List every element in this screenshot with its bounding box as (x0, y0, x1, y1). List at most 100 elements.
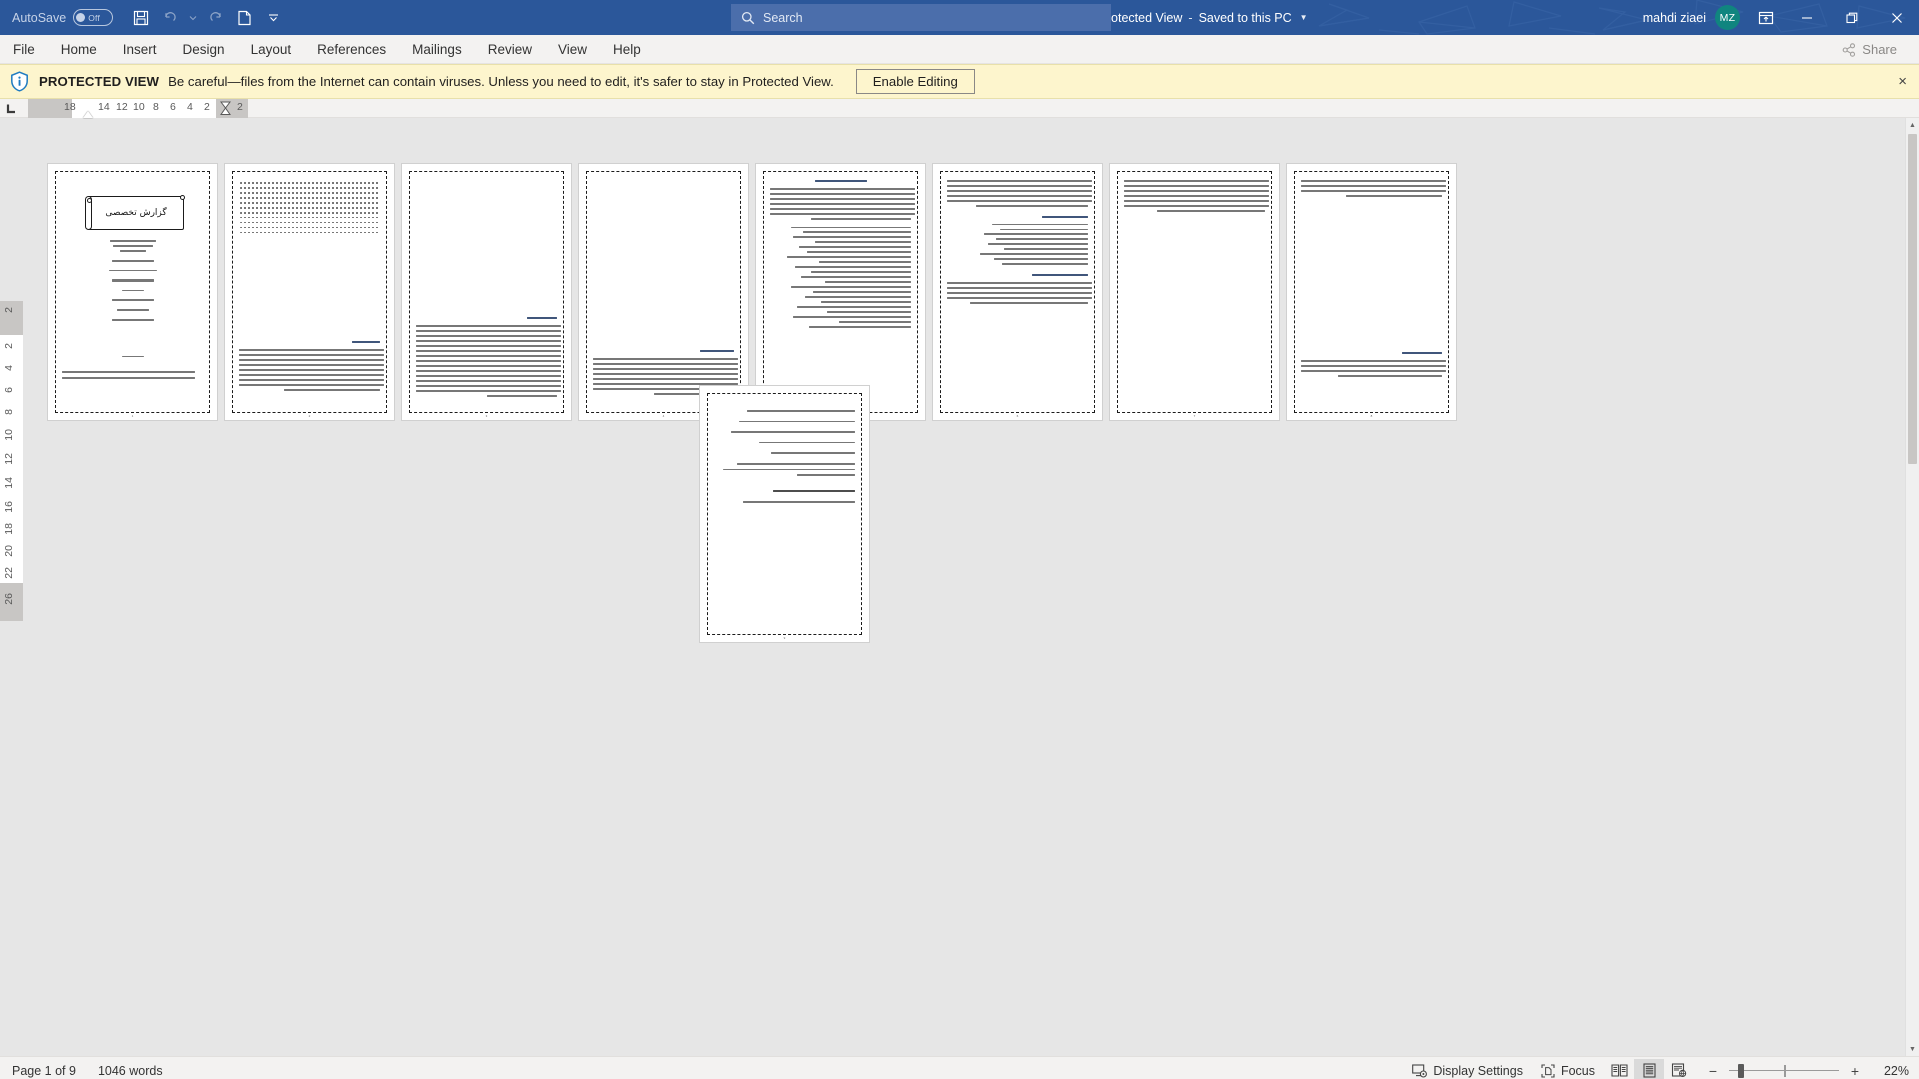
page-5[interactable]: 5 (756, 164, 925, 420)
save-location-chevron-down-icon[interactable]: ▼ (1300, 13, 1308, 22)
display-settings-button[interactable]: Display Settings (1403, 1059, 1532, 1079)
autosave-control[interactable]: AutoSave Off (12, 9, 114, 26)
account-button[interactable]: mahdi ziaei MZ (1643, 5, 1740, 30)
enable-editing-button[interactable]: Enable Editing (855, 69, 975, 94)
web-layout-button[interactable] (1664, 1059, 1694, 1079)
vruler-tick-18: 18 (3, 523, 15, 535)
ruler-tick-4: 4 (187, 101, 193, 113)
tab-view[interactable]: View (545, 35, 600, 64)
tab-design[interactable]: Design (170, 35, 238, 64)
vertical-ruler[interactable]: 2 2 4 6 8 10 12 14 16 18 20 22 26 (0, 301, 23, 621)
page-7[interactable]: 7 (1110, 164, 1279, 420)
page-3-margin (409, 171, 564, 413)
zoom-slider-handle[interactable] (1738, 1063, 1744, 1078)
page-thumbnails-row-2: 9 (700, 386, 869, 642)
banner-close-icon[interactable]: × (1898, 74, 1907, 89)
share-button[interactable]: Share (1830, 38, 1909, 61)
page-8[interactable]: 8 (1287, 164, 1456, 420)
tab-references[interactable]: References (304, 35, 399, 64)
read-mode-button[interactable] (1604, 1059, 1634, 1079)
first-line-indent-marker[interactable] (83, 111, 93, 118)
tab-help[interactable]: Help (600, 35, 654, 64)
undo-dropdown[interactable] (185, 5, 200, 31)
account-name: mahdi ziaei (1642, 10, 1706, 25)
zoom-control[interactable]: − + 22% (1706, 1063, 1909, 1079)
tab-mailings[interactable]: Mailings (399, 35, 475, 64)
ruler-track[interactable]: 18 14 12 10 8 6 4 2 2 (28, 99, 248, 118)
tab-review[interactable]: Review (475, 35, 545, 64)
page-8-number: 8 (1370, 414, 1373, 418)
protected-view-banner: PROTECTED VIEW Be careful—files from the… (0, 64, 1919, 99)
page-1[interactable]: گزارش تخصصی 1 (48, 164, 217, 420)
new-document-button[interactable] (230, 5, 258, 31)
title-bar: AutoSave Off Protected View - Saved to t… (0, 0, 1919, 35)
print-layout-icon (1642, 1063, 1656, 1078)
page-1-margin: گزارش تخصصی (55, 171, 210, 413)
page-2-body (239, 178, 384, 406)
horizontal-ruler[interactable]: 18 14 12 10 8 6 4 2 2 (0, 99, 1919, 118)
redo-button[interactable] (201, 5, 229, 31)
web-layout-icon (1671, 1063, 1687, 1078)
word-count[interactable]: 1046 words (98, 1064, 163, 1078)
page-thumbnails-row-1: گزارش تخصصی 1 2 3 4 6 7 8 (48, 164, 1456, 420)
zoom-slider[interactable] (1729, 1063, 1839, 1078)
page-2[interactable]: 2 (225, 164, 394, 420)
restore-button[interactable] (1829, 0, 1874, 35)
focus-button[interactable]: Focus (1532, 1059, 1604, 1079)
scrollbar-thumb[interactable] (1908, 134, 1917, 464)
scroll-knob-left (87, 198, 92, 203)
hanging-indent-marker[interactable] (220, 101, 231, 116)
page-9-number: 9 (783, 636, 786, 640)
tab-layout[interactable]: Layout (238, 35, 305, 64)
page-2-margin (232, 171, 387, 413)
page-indicator[interactable]: Page 1 of 9 (12, 1064, 76, 1078)
page-6-body (947, 178, 1092, 406)
vruler-tick-14: 14 (3, 477, 15, 489)
vruler-tick-6: 6 (3, 387, 15, 393)
save-button[interactable] (127, 5, 155, 31)
share-label: Share (1862, 42, 1897, 57)
search-box[interactable]: Search (731, 4, 1111, 31)
page-3[interactable]: 3 (402, 164, 571, 420)
vruler-tick-12: 12 (3, 453, 15, 465)
tab-stop-selector[interactable] (0, 99, 23, 117)
vruler-tick-22: 22 (3, 567, 15, 579)
vruler-tick-10: 10 (3, 429, 15, 441)
search-icon (741, 11, 755, 24)
display-settings-label: Display Settings (1433, 1063, 1523, 1078)
zoom-in-button[interactable]: + (1848, 1063, 1862, 1079)
page-6[interactable]: 6 (933, 164, 1102, 420)
vertical-scrollbar[interactable]: ▲ ▼ (1905, 118, 1919, 1056)
ruler-tick-12: 12 (116, 101, 128, 113)
page-6-margin (940, 171, 1095, 413)
tab-home[interactable]: Home (48, 35, 110, 64)
save-location-label[interactable]: Saved to this PC (1199, 11, 1292, 25)
tab-file[interactable]: File (0, 35, 48, 64)
page-9-body (714, 400, 855, 628)
scroll-up-icon[interactable]: ▲ (1906, 118, 1919, 132)
print-layout-button[interactable] (1634, 1058, 1664, 1079)
ruler-tick-2: 2 (204, 101, 210, 113)
close-icon (1891, 12, 1902, 23)
page-4[interactable]: 4 (579, 164, 748, 420)
zoom-out-button[interactable]: − (1706, 1063, 1720, 1079)
vruler-tick-2a: 2 (3, 307, 15, 313)
undo-button[interactable] (156, 5, 184, 31)
customize-qat-button[interactable] (259, 5, 287, 31)
avatar: MZ (1715, 5, 1740, 30)
ribbon-display-options-icon (1758, 11, 1774, 24)
minimize-button[interactable] (1784, 0, 1829, 35)
autosave-toggle[interactable]: Off (73, 9, 114, 26)
page-2-number: 2 (308, 414, 311, 418)
document-canvas[interactable]: 2 2 4 6 8 10 12 14 16 18 20 22 26 گزارش … (0, 118, 1919, 1056)
save-icon (134, 10, 149, 25)
page-1-body: گزارش تخصصی (62, 178, 203, 406)
ribbon-display-options-button[interactable] (1748, 0, 1784, 35)
chevron-down-bar-icon (268, 14, 278, 22)
page-9[interactable]: 9 (700, 386, 869, 642)
title-separator-2: - (1188, 10, 1193, 25)
tab-insert[interactable]: Insert (110, 35, 170, 64)
close-button[interactable] (1874, 0, 1919, 35)
scroll-down-icon[interactable]: ▼ (1906, 1042, 1919, 1056)
zoom-level-label[interactable]: 22% (1871, 1064, 1909, 1078)
